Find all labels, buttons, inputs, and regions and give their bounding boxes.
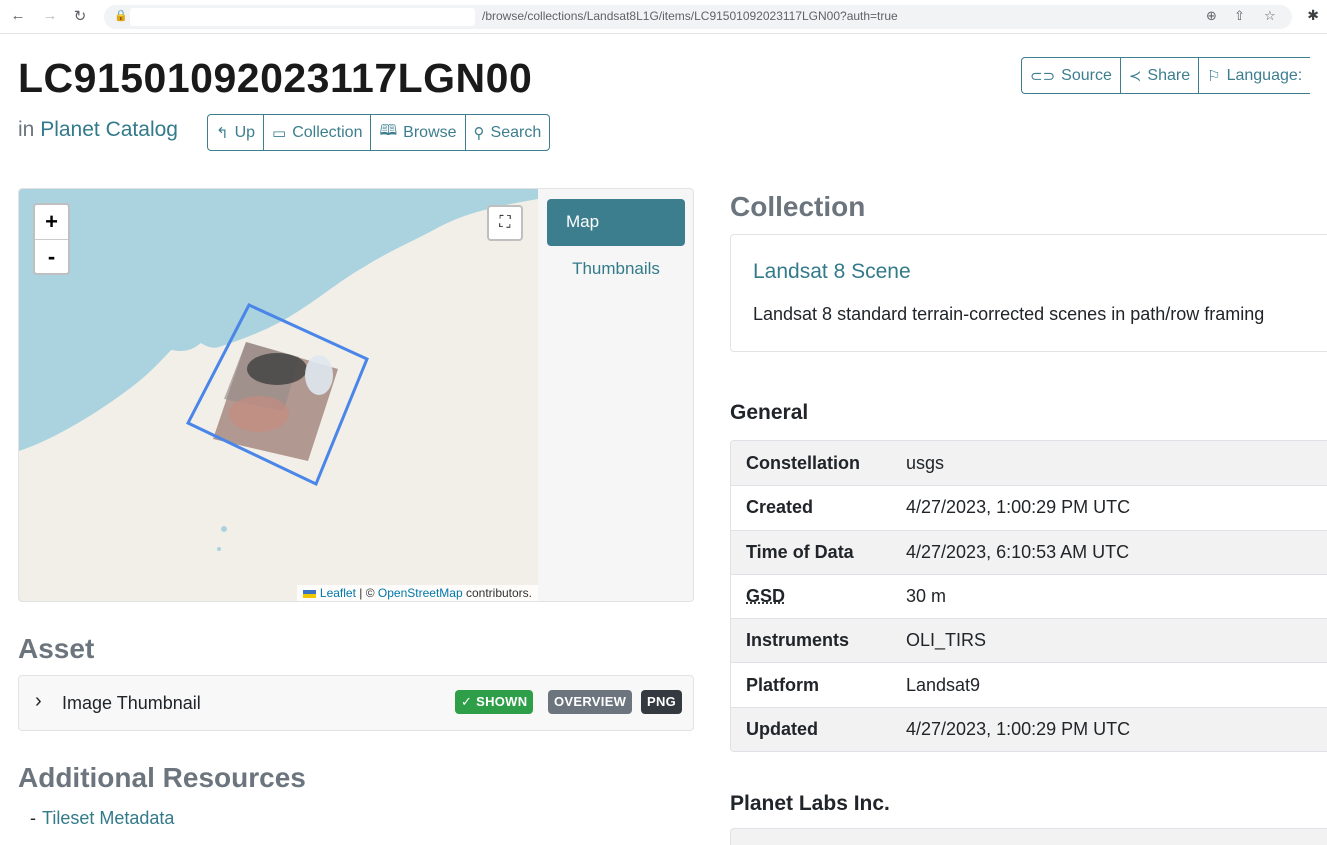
search-button[interactable]: ⚲ Search bbox=[464, 115, 550, 150]
chevron-right-icon[interactable]: › bbox=[35, 690, 42, 713]
forward-icon[interactable]: → bbox=[40, 7, 60, 24]
up-button[interactable]: ↰ Up bbox=[208, 115, 263, 150]
prop-key: Platform bbox=[746, 674, 820, 695]
source-button[interactable]: ⊂⊃ Source bbox=[1022, 58, 1120, 93]
zoom-control: + - bbox=[33, 203, 70, 275]
prop-value: 4/27/2023, 6:10:53 AM UTC bbox=[906, 541, 1130, 562]
address-url[interactable]: /browse/collections/Landsat8L1G/items/LC… bbox=[482, 9, 898, 23]
lake bbox=[221, 526, 227, 532]
terrain-red bbox=[229, 396, 289, 432]
asset-item[interactable]: › Image Thumbnail ✓ SHOWN OVERVIEW PNG bbox=[18, 675, 694, 731]
nav-buttons: ↰ Up ▭ Collection 🕮 Browse ⚲ Search bbox=[207, 114, 551, 151]
address-bar[interactable]: 🔒 /browse/collections/Landsat8L1G/items/… bbox=[104, 5, 1292, 29]
folder-icon: ▭ bbox=[272, 124, 287, 142]
table-row: Instruments OLI_TIRS bbox=[731, 618, 1327, 663]
zoom-in-button[interactable]: + bbox=[35, 205, 68, 239]
leaflet-link[interactable]: Leaflet bbox=[320, 586, 356, 600]
table-row: Time of Data 4/27/2023, 6:10:53 AM UTC bbox=[731, 529, 1327, 574]
browser-toolbar: ← → ↻ 🔒 /browse/collections/Landsat8L1G/… bbox=[0, 0, 1327, 34]
page-title: LC91501092023117LGN00 bbox=[18, 55, 533, 101]
bookmark-star-icon[interactable]: ☆ bbox=[1264, 8, 1276, 24]
search-icon: ⚲ bbox=[473, 124, 485, 142]
general-table: Constellation usgs Created 4/27/2023, 1:00… bbox=[730, 440, 1327, 753]
back-icon[interactable]: ← bbox=[8, 7, 28, 24]
prop-value: OLI_TIRS bbox=[906, 630, 987, 651]
prop-key: Constellation bbox=[746, 452, 861, 473]
extensions-icon[interactable]: ✱ bbox=[1307, 7, 1319, 24]
catalog-link[interactable]: Planet Catalog bbox=[40, 118, 178, 141]
browse-button[interactable]: 🕮 Browse bbox=[370, 115, 464, 150]
collection-link[interactable]: Landsat 8 Scene bbox=[753, 260, 911, 284]
top-actions: ⊂⊃ Source ≺ Share ⚐ Language: bbox=[1021, 57, 1311, 94]
tileset-metadata-link[interactable]: Tileset Metadata bbox=[42, 808, 174, 828]
fullscreen-icon: ⛶ bbox=[499, 214, 511, 231]
tab-map[interactable]: Map bbox=[547, 199, 685, 246]
osm-link[interactable]: OpenStreetMap bbox=[378, 586, 463, 600]
reload-icon[interactable]: ↻ bbox=[70, 7, 90, 25]
collection-card: Landsat 8 Scene Landsat 8 standard terra… bbox=[730, 234, 1327, 352]
png-badge: PNG bbox=[641, 690, 683, 714]
table-row: Created 4/27/2023, 1:00:29 PM UTC bbox=[731, 485, 1327, 529]
asset-heading: Asset bbox=[18, 633, 95, 664]
overview-badge: OVERVIEW bbox=[548, 690, 633, 714]
zoom-icon[interactable]: ⊕ bbox=[1206, 8, 1217, 24]
zoom-out-button[interactable]: - bbox=[35, 239, 68, 273]
fullscreen-button[interactable]: ⛶ bbox=[487, 205, 523, 241]
map-view[interactable]: + - ⛶ Leaflet | © OpenStreetMap contribu… bbox=[19, 189, 538, 601]
prop-value: 4/27/2023, 1:00:29 PM UTC bbox=[906, 718, 1131, 739]
language-button[interactable]: ⚐ Language: bbox=[1198, 58, 1310, 93]
resources-heading: Additional Resources bbox=[18, 762, 306, 793]
provider-table bbox=[730, 828, 1327, 845]
prop-value: usgs bbox=[906, 452, 945, 473]
general-heading: General bbox=[730, 401, 809, 424]
lock-icon: 🔒 bbox=[114, 10, 128, 22]
table-row: Updated 4/27/2023, 1:00:29 PM UTC bbox=[731, 706, 1327, 752]
link-icon: ⊂⊃ bbox=[1030, 67, 1056, 85]
tab-thumbnails[interactable]: Thumbnails bbox=[547, 259, 685, 279]
asset-label: Image Thumbnail bbox=[62, 693, 201, 713]
resources-list: - Tileset Metadata bbox=[30, 808, 174, 829]
address-redacted bbox=[130, 8, 475, 26]
catalog-breadcrumb: in Planet Catalog bbox=[18, 118, 178, 141]
prop-value: 4/27/2023, 1:00:29 PM UTC bbox=[906, 497, 1131, 518]
prop-key: Time of Data bbox=[746, 541, 854, 562]
share-icon: ≺ bbox=[1128, 67, 1142, 85]
collection-button[interactable]: ▭ Collection bbox=[263, 115, 370, 150]
book-icon: 🕮 bbox=[379, 122, 398, 139]
table-row: Platform Landsat9 bbox=[731, 662, 1327, 706]
flag-icon: ⚐ bbox=[1207, 67, 1221, 85]
prop-key: Created bbox=[746, 497, 814, 518]
collection-heading: Collection bbox=[730, 191, 866, 222]
table-row: Constellation usgs bbox=[731, 441, 1327, 486]
map-card: + - ⛶ Leaflet | © OpenStreetMap contribu… bbox=[18, 188, 694, 602]
prop-key: Updated bbox=[746, 718, 818, 739]
prop-value: 30 m bbox=[906, 586, 947, 607]
map-canvas bbox=[19, 189, 538, 601]
list-bullet: - bbox=[30, 808, 36, 828]
shown-badge: ✓ SHOWN bbox=[455, 690, 534, 714]
prop-value: Landsat9 bbox=[906, 674, 981, 695]
cloud-dark bbox=[247, 353, 307, 385]
arrow-up-icon: ↰ bbox=[216, 124, 229, 142]
share-page-icon[interactable]: ⇧ bbox=[1234, 8, 1245, 24]
cloud-light bbox=[305, 355, 333, 395]
share-button[interactable]: ≺ Share bbox=[1119, 58, 1198, 93]
provider-heading: Planet Labs Inc. bbox=[730, 792, 890, 815]
lake bbox=[217, 547, 221, 551]
table-row: GSD 30 m bbox=[731, 573, 1327, 618]
prop-key[interactable]: GSD bbox=[731, 586, 906, 607]
ukraine-flag-icon bbox=[302, 589, 316, 598]
map-attribution: Leaflet | © OpenStreetMap contributors. bbox=[296, 585, 538, 601]
collection-description: Landsat 8 standard terrain-corrected sce… bbox=[753, 304, 1265, 324]
prop-key: Instruments bbox=[746, 630, 850, 651]
